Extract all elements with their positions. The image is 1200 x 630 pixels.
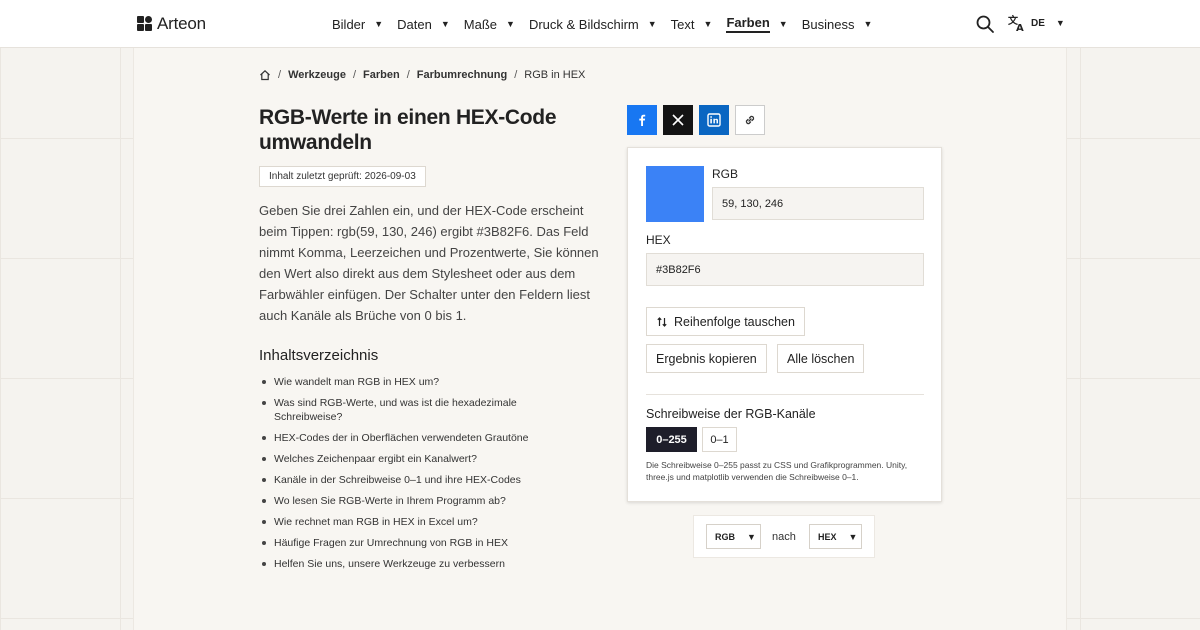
hex-input[interactable] bbox=[646, 253, 924, 286]
svg-text:A: A bbox=[1016, 23, 1024, 32]
copy-link-button[interactable] bbox=[735, 105, 765, 135]
chevron-down-icon: ▼ bbox=[506, 19, 515, 29]
chevron-down-icon: ▼ bbox=[863, 19, 873, 29]
to-format-select[interactable]: HEX ▼ bbox=[809, 524, 862, 549]
chevron-down-icon: ▼ bbox=[703, 19, 713, 29]
table-of-contents: Wie wandelt man RGB in HEX um? Was sind … bbox=[259, 375, 579, 578]
chevron-down-icon: ▼ bbox=[647, 19, 657, 29]
swap-order-button[interactable]: Reihenfolge tauschen bbox=[646, 307, 805, 336]
nav-item-text[interactable]: Text ▼ bbox=[671, 17, 713, 32]
chevron-down-icon: ▼ bbox=[440, 19, 450, 29]
divider bbox=[646, 394, 924, 395]
logo-icon bbox=[137, 16, 153, 32]
clear-all-button[interactable]: Alle löschen bbox=[777, 344, 865, 373]
site-header: Arteon Bilder ▼ Daten ▼ Maße ▼ Druck & Bild… bbox=[0, 0, 1200, 48]
logo-text: Arteon bbox=[157, 14, 206, 33]
breadcrumb-farbumrechnung[interactable]: Farbumrechnung bbox=[417, 69, 507, 81]
breadcrumb-werkzeuge[interactable]: Werkzeuge bbox=[288, 69, 346, 81]
last-reviewed-badge: Inhalt zuletzt geprüft: 2026-09-03 bbox=[259, 166, 426, 187]
swap-icon bbox=[657, 316, 667, 327]
translate-icon: 文A bbox=[1008, 14, 1024, 32]
chevron-down-icon: ▼ bbox=[374, 19, 384, 29]
facebook-share-button[interactable] bbox=[627, 105, 657, 135]
notation-hint: Die Schreibweise 0–255 passt zu CSS und … bbox=[646, 460, 908, 482]
share-buttons bbox=[627, 105, 765, 135]
notation-title: Schreibweise der RGB-Kanäle bbox=[646, 407, 816, 421]
rgb-input[interactable] bbox=[712, 187, 924, 220]
breadcrumb-current: RGB in HEX bbox=[524, 69, 586, 81]
chevron-down-icon: ▼ bbox=[747, 531, 756, 542]
nav-item-masse[interactable]: Maße ▼ bbox=[464, 17, 515, 32]
toc-item[interactable]: Wie wandelt man RGB in HEX um? bbox=[259, 375, 579, 389]
toc-item[interactable]: Was sind RGB-Werte, und was ist die hexa… bbox=[259, 396, 579, 424]
chevron-down-icon: ▼ bbox=[848, 531, 858, 542]
link-icon bbox=[745, 115, 755, 125]
from-format-select[interactable]: RGB ▼ bbox=[706, 524, 761, 549]
x-icon bbox=[672, 114, 684, 126]
breadcrumb-farben[interactable]: Farben bbox=[363, 69, 400, 81]
toc-item[interactable]: Wie rechnet man RGB in HEX in Excel um? bbox=[259, 515, 579, 529]
conversion-selector: RGB ▼ nach HEX ▼ bbox=[693, 515, 875, 558]
notation-option-0-1[interactable]: 0–1 bbox=[702, 427, 737, 452]
copy-result-button[interactable]: Ergebnis kopieren bbox=[646, 344, 767, 373]
x-share-button[interactable] bbox=[663, 105, 693, 135]
chevron-down-icon: ▼ bbox=[1055, 18, 1065, 28]
page-title: RGB-Werte in einen HEX-Code umwandeln bbox=[259, 106, 557, 154]
nav-item-business[interactable]: Business ▼ bbox=[802, 17, 873, 32]
toc-item[interactable]: Welches Zeichenpaar ergibt ein Kanalwert… bbox=[259, 452, 579, 466]
home-icon[interactable] bbox=[259, 69, 271, 81]
nav-item-farben[interactable]: Farben ▼ bbox=[726, 15, 788, 33]
facebook-icon bbox=[639, 114, 646, 126]
language-selector[interactable]: 文A DE ▼ bbox=[1008, 14, 1065, 32]
converter-card: RGB HEX Reihenfolge tauschen Ergebnis ko… bbox=[627, 147, 942, 502]
main-nav: Bilder ▼ Daten ▼ Maße ▼ Druck & Bildschirm ▼… bbox=[332, 0, 886, 48]
toc-item[interactable]: Wo lesen Sie RGB-Werte in Ihrem Programm… bbox=[259, 494, 579, 508]
rgb-label: RGB bbox=[712, 167, 739, 181]
notation-option-0-255[interactable]: 0–255 bbox=[646, 427, 697, 452]
logo[interactable]: Arteon bbox=[137, 14, 206, 34]
color-swatch bbox=[646, 166, 704, 222]
toc-item[interactable]: Häufige Fragen zur Umrechnung von RGB in… bbox=[259, 536, 579, 550]
breadcrumb: / Werkzeuge / Farben / Farbumrechnung / … bbox=[259, 69, 585, 81]
toc-item[interactable]: HEX-Codes der in Oberflächen verwendeten… bbox=[259, 431, 579, 445]
language-code: DE bbox=[1031, 17, 1045, 29]
nav-item-druck-bildschirm[interactable]: Druck & Bildschirm ▼ bbox=[529, 17, 657, 32]
toc-item[interactable]: Kanäle in der Schreibweise 0–1 und ihre … bbox=[259, 473, 579, 487]
toc-item[interactable]: Helfen Sie uns, unsere Werkzeuge zu verb… bbox=[259, 557, 579, 571]
linkedin-icon bbox=[707, 113, 721, 127]
nav-item-bilder[interactable]: Bilder ▼ bbox=[332, 17, 383, 32]
conversion-connector: nach bbox=[772, 531, 796, 543]
search-icon[interactable] bbox=[975, 14, 995, 34]
linkedin-share-button[interactable] bbox=[699, 105, 729, 135]
nav-item-daten[interactable]: Daten ▼ bbox=[397, 17, 450, 32]
toc-title: Inhaltsverzeichnis bbox=[259, 347, 379, 364]
intro-text: Geben Sie drei Zahlen ein, und der HEX-C… bbox=[259, 203, 599, 323]
content-panel: / Werkzeuge / Farben / Farbumrechnung / … bbox=[134, 48, 1066, 630]
hex-label: HEX bbox=[646, 233, 671, 247]
chevron-down-icon: ▼ bbox=[778, 19, 788, 29]
